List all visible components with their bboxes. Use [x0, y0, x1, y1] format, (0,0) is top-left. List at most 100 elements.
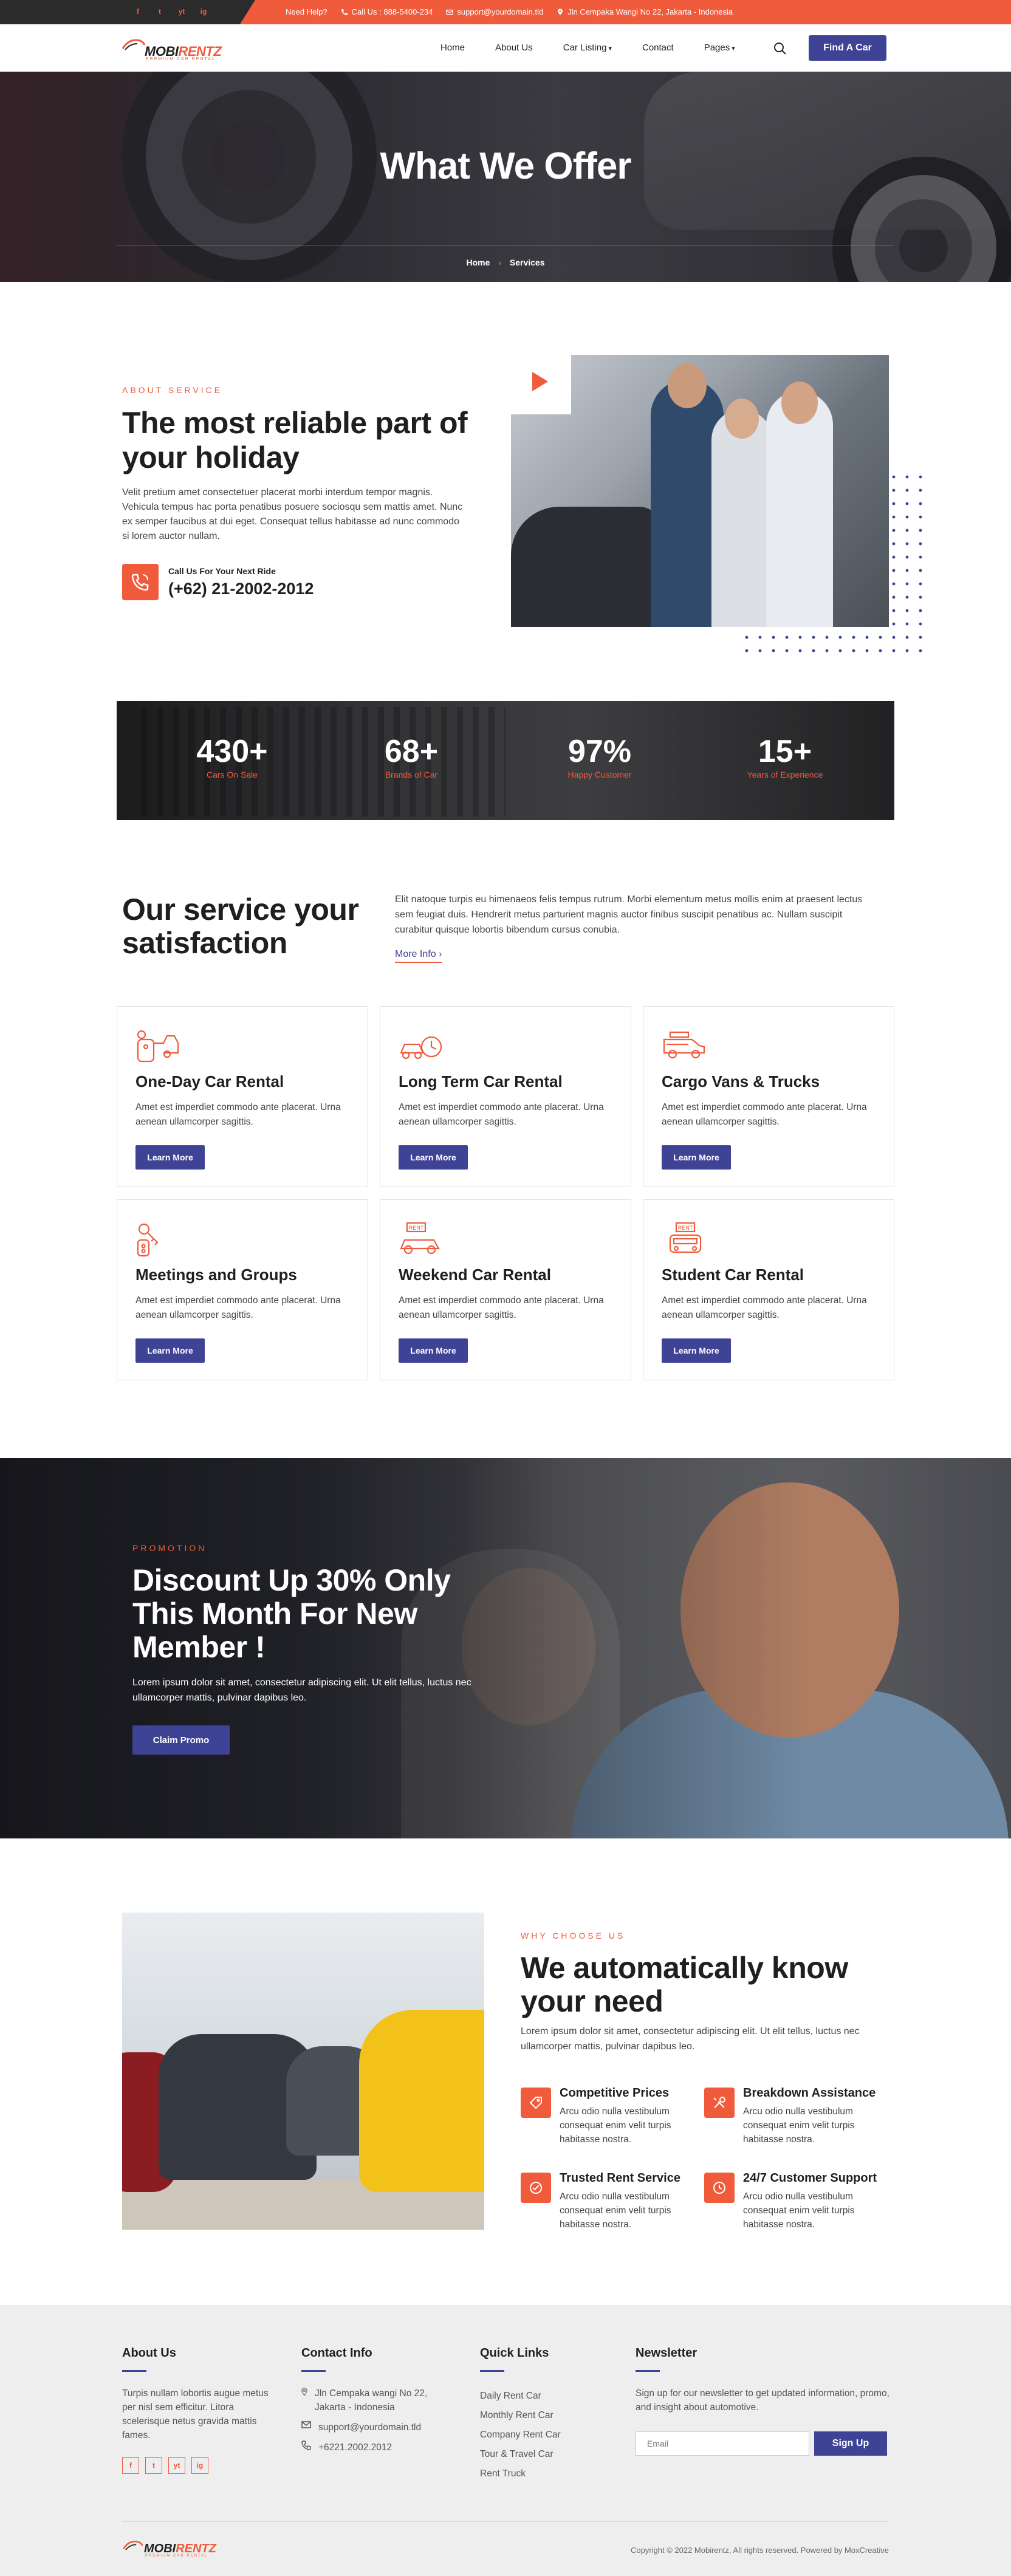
quick-link[interactable]: Rent Truck: [480, 2464, 601, 2484]
services-title: Our service your satisfaction: [122, 892, 359, 960]
footer-quick-links: Quick Links Daily Rent Car Monthly Rent …: [480, 2346, 601, 2484]
stat-cars-on-sale: 430+ Cars On Sale: [171, 735, 293, 779]
claim-promo-button[interactable]: Claim Promo: [132, 1725, 230, 1755]
footer-divider: [122, 2521, 889, 2522]
feature-body: Arcu odio nulla vestibulum consequat eni…: [743, 2106, 855, 2145]
learn-more-button[interactable]: Learn More: [662, 1338, 731, 1363]
instagram-icon[interactable]: ig: [191, 2457, 208, 2474]
why-eyebrow: WHY CHOOSE US: [521, 1931, 626, 1941]
search-icon[interactable]: [773, 41, 787, 56]
promo-title: Discount Up 30% Only This Month For New …: [132, 1563, 451, 1664]
page-title: What We Offer: [380, 145, 632, 187]
nav-car-listing[interactable]: Car Listing: [563, 43, 612, 53]
location-pin-icon: [558, 9, 563, 15]
facebook-icon[interactable]: f: [122, 2457, 139, 2474]
top-contact-info: Need Help? Call Us : 888-5400-234 suppor…: [286, 7, 733, 16]
top-bar-dark-panel: [0, 0, 255, 24]
feature-title: Competitive Prices: [560, 2086, 670, 2100]
more-info-link[interactable]: More Info ›: [395, 949, 442, 963]
service-card-body: Amet est imperdiet commodo ante placerat…: [399, 1295, 604, 1320]
youtube-icon[interactable]: yt: [177, 7, 186, 16]
feature-icon-box: [521, 2088, 551, 2118]
nav-contact[interactable]: Contact: [642, 43, 674, 53]
stat-value: 430+: [196, 734, 268, 769]
stat-brands: 68+ Brands of Car: [351, 735, 472, 779]
call-number[interactable]: (+62) 21-2002-2012: [168, 580, 314, 598]
quick-link[interactable]: Daily Rent Car: [480, 2386, 601, 2406]
showroom-image: [122, 1913, 484, 2230]
stat-value: 68+: [384, 734, 439, 769]
about-service-section: ABOUT SERVICE The most reliable part of …: [0, 282, 1011, 701]
quick-link[interactable]: Monthly Rent Car: [480, 2406, 601, 2425]
newsletter-email-input[interactable]: [636, 2431, 809, 2456]
top-address-text: Jln Cempaka Wangi No 22, Jakarta - Indon…: [567, 7, 733, 16]
twitter-icon[interactable]: t: [145, 2457, 162, 2474]
footer-title-underline: [122, 2370, 146, 2372]
call-icon-box[interactable]: [122, 564, 159, 600]
stat-years-experience: 15+ Years of Experience: [724, 735, 846, 779]
instagram-icon[interactable]: ig: [199, 7, 208, 16]
newsletter-body: Sign up for our newsletter to get update…: [636, 2388, 889, 2413]
quick-link[interactable]: Tour & Travel Car: [480, 2445, 601, 2464]
services-section: Our service your satisfaction Elit natoq…: [0, 820, 1011, 1458]
nav-home[interactable]: Home: [440, 43, 465, 53]
service-card-body: Amet est imperdiet commodo ante placerat…: [662, 1102, 867, 1127]
learn-more-button[interactable]: Learn More: [135, 1145, 205, 1170]
breadcrumb-separator: ›: [498, 258, 501, 267]
site-footer: About Us Turpis nullam lobortis augue me…: [0, 2305, 1011, 2576]
stat-label: Happy Customer: [567, 770, 632, 779]
service-card-title: Weekend Car Rental: [399, 1266, 551, 1284]
footer-contact-title: Contact Info: [301, 2346, 372, 2360]
promo-body: Lorem ipsum dolor sit amet, consectetur …: [132, 1677, 471, 1703]
service-card-body: Amet est imperdiet commodo ante placerat…: [135, 1295, 341, 1320]
footer-email[interactable]: support@yourdomain.tld: [301, 2420, 453, 2434]
service-card: One-Day Car Rental Amet est imperdiet co…: [117, 1006, 368, 1187]
facebook-icon[interactable]: f: [134, 7, 142, 16]
footer-logo-brand: MOBI: [144, 2542, 176, 2555]
quick-link[interactable]: Company Rent Car: [480, 2425, 601, 2445]
footer-contact: Contact Info Jln Cempaka wangi No 22, Ja…: [301, 2346, 453, 2461]
footer-title-underline: [636, 2370, 660, 2372]
footer-email-text: support@yourdomain.tld: [318, 2422, 422, 2433]
svg-text:RENT: RENT: [409, 1225, 424, 1231]
feature-body: Arcu odio nulla vestibulum consequat eni…: [560, 2106, 671, 2145]
top-bar: f t yt ig Need Help? Call Us : 888-5400-…: [0, 0, 1011, 24]
learn-more-button[interactable]: Learn More: [662, 1145, 731, 1170]
rent-car-icon: RENT: [400, 1222, 440, 1255]
twitter-icon[interactable]: t: [156, 7, 164, 16]
chevron-right-icon: ›: [439, 949, 442, 959]
need-help-text: Need Help?: [286, 7, 327, 16]
tools-icon: [713, 2097, 725, 2108]
location-pin-icon: [301, 2388, 307, 2396]
find-a-car-button[interactable]: Find A Car: [809, 35, 886, 61]
logo-tagline: PREMIUM CAR RENTAL: [146, 57, 216, 61]
footer-phone-text: +6221.2002.2012: [318, 2442, 392, 2453]
service-card-body: Amet est imperdiet commodo ante placerat…: [399, 1102, 604, 1127]
breadcrumb-home[interactable]: Home: [467, 258, 490, 267]
top-email[interactable]: support@yourdomain.tld: [446, 7, 543, 16]
photo-head-1: [668, 363, 707, 408]
learn-more-button[interactable]: Learn More: [135, 1338, 205, 1363]
video-play-button[interactable]: [506, 349, 571, 414]
sign-up-button[interactable]: Sign Up: [814, 2431, 887, 2456]
footer-address-text: Jln Cempaka wangi No 22, Jakarta - Indon…: [314, 2388, 428, 2413]
site-logo[interactable]: MOBIRENTZ PREMIUM CAR RENTAL: [122, 36, 231, 61]
footer-links-title: Quick Links: [480, 2346, 549, 2360]
mail-icon: [301, 2421, 311, 2428]
stat-label: Years of Experience: [747, 770, 823, 779]
car-logo-icon: [122, 39, 146, 50]
nav-about-us[interactable]: About Us: [495, 43, 533, 53]
stat-value: 97%: [567, 734, 632, 769]
footer-logo[interactable]: MOBIRENTZ PREMIUM CAR RENTAL: [122, 2536, 216, 2560]
learn-more-button[interactable]: Learn More: [399, 1145, 468, 1170]
service-card-title: One-Day Car Rental: [135, 1072, 284, 1091]
rent-car-front-icon: RENT: [669, 1222, 702, 1253]
learn-more-button[interactable]: Learn More: [399, 1338, 468, 1363]
youtube-icon[interactable]: yt: [168, 2457, 185, 2474]
top-call[interactable]: Call Us : 888-5400-234: [341, 7, 433, 16]
nav-pages[interactable]: Pages: [704, 43, 735, 53]
service-card-title: Cargo Vans & Trucks: [662, 1072, 820, 1091]
keys-icon: [137, 1223, 159, 1257]
footer-newsletter-title: Newsletter: [636, 2346, 697, 2360]
footer-phone[interactable]: +6221.2002.2012: [301, 2441, 453, 2454]
